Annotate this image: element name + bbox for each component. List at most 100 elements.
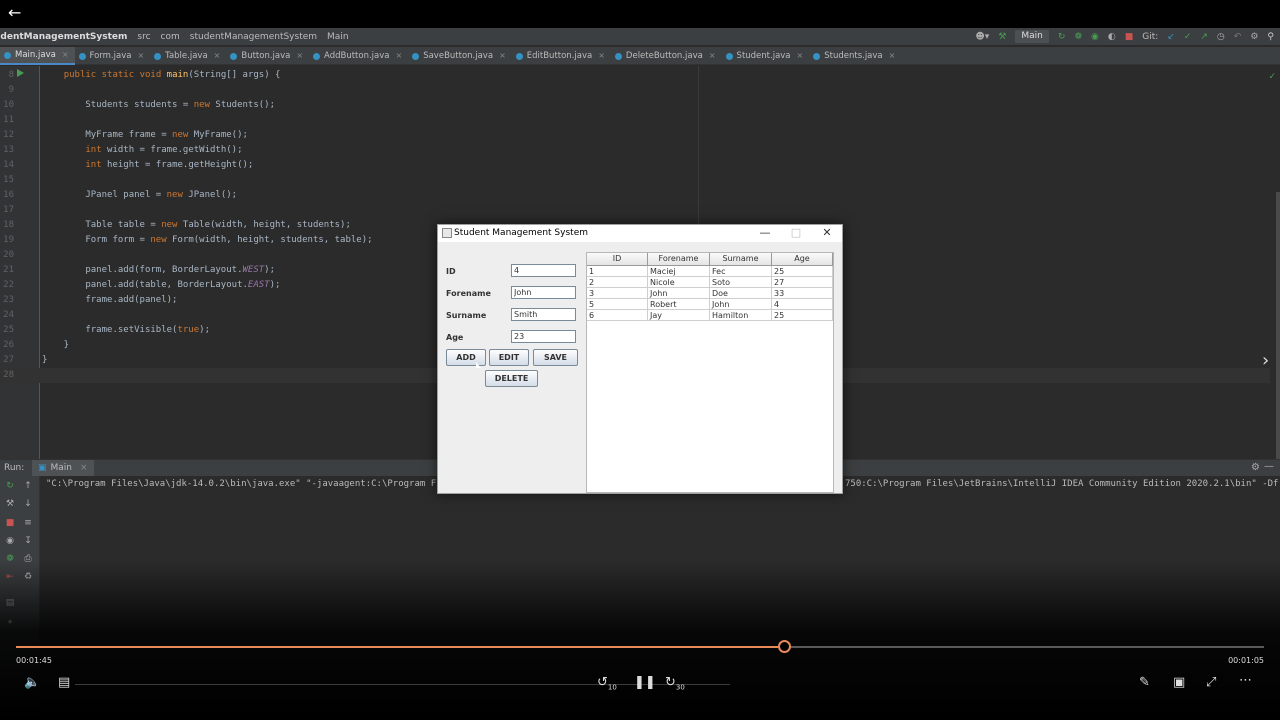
breadcrumb-com[interactable]: com: [161, 32, 180, 42]
seek-handle[interactable]: [777, 640, 791, 653]
breadcrumb-project[interactable]: udentManagementSystem: [0, 32, 127, 42]
table-row[interactable]: 3 John Doe 33: [587, 288, 833, 299]
fast-forward-icon[interactable]: ↻30: [665, 675, 685, 692]
table-row[interactable]: 2 Nicole Soto 27: [587, 277, 833, 288]
age-field[interactable]: [511, 330, 576, 343]
rewind-icon[interactable]: ↺10: [597, 675, 617, 692]
close-icon[interactable]: ×: [396, 47, 403, 65]
code-line[interactable]: 15: [0, 173, 1270, 188]
tab-form-java[interactable]: Form.java ×: [75, 47, 151, 65]
tab-deletebutton-java[interactable]: DeleteButton.java ×: [611, 47, 722, 65]
forename-field[interactable]: [511, 286, 576, 299]
pause-icon[interactable]: ❚❚: [634, 675, 656, 690]
code-line[interactable]: 11: [0, 113, 1270, 128]
stop-icon[interactable]: ■: [1125, 32, 1134, 42]
id-field[interactable]: [511, 264, 576, 277]
column-header[interactable]: Surname: [710, 253, 772, 265]
git-commit-icon[interactable]: ✓: [1184, 32, 1192, 42]
code-line[interactable]: 13 int width = frame.getWidth();: [0, 143, 1270, 158]
run-tab-main[interactable]: ▣ Main ×: [32, 460, 94, 476]
soft-wrap-icon[interactable]: ≡: [23, 518, 33, 528]
window-title-bar[interactable]: Student Management System — □ ✕: [438, 225, 842, 242]
code-line[interactable]: 9: [0, 83, 1270, 98]
close-icon[interactable]: ×: [709, 47, 716, 65]
save-button[interactable]: SAVE: [533, 349, 578, 366]
scroll-end-icon[interactable]: ↧: [23, 536, 33, 546]
gear-icon[interactable]: ⚙: [1251, 462, 1260, 473]
tab-savebutton-java[interactable]: SaveButton.java ×: [408, 47, 512, 65]
more-options-icon[interactable]: ⋯: [1239, 673, 1252, 688]
breadcrumb-main[interactable]: Main: [327, 32, 349, 42]
tab-button-java[interactable]: Button.java ×: [226, 47, 309, 65]
rerun-icon[interactable]: ↻: [1058, 32, 1066, 42]
table-row[interactable]: 1 Maciej Fec 25: [587, 266, 833, 277]
breadcrumb-package[interactable]: studentManagementSystem: [190, 32, 317, 42]
code-line[interactable]: 14 int height = frame.getHeight();: [0, 158, 1270, 173]
camera-icon[interactable]: ◉: [5, 536, 15, 546]
tab-editbutton-java[interactable]: EditButton.java ×: [512, 47, 611, 65]
age-label: Age: [446, 333, 464, 342]
editor-scrollbar[interactable]: [1276, 192, 1280, 492]
minimize-icon[interactable]: —: [1264, 461, 1274, 472]
close-icon[interactable]: ×: [296, 47, 303, 65]
table-row[interactable]: 6 Jay Hamilton 25: [587, 310, 833, 321]
up-arrow-icon[interactable]: ↑: [23, 481, 33, 491]
column-header[interactable]: Forename: [648, 253, 710, 265]
students-table[interactable]: ID Forename Surname Age 1 Maciej Fec 2 5 …: [587, 253, 833, 321]
back-arrow-icon[interactable]: ←: [8, 4, 26, 22]
debug-bug-icon[interactable]: ❁: [1074, 32, 1082, 42]
tab-student-java[interactable]: Student.java ×: [722, 47, 810, 65]
close-icon[interactable]: ✕: [820, 226, 834, 239]
close-icon[interactable]: ×: [62, 46, 69, 64]
tab-students-java[interactable]: Students.java ×: [809, 47, 901, 65]
code-text: int width = frame.getWidth();: [85, 145, 243, 155]
search-icon[interactable]: ⚲: [1267, 32, 1274, 42]
delete-button[interactable]: DELETE: [485, 370, 538, 387]
column-header[interactable]: Age: [772, 253, 833, 265]
edit-pencil-icon[interactable]: ✎: [1139, 675, 1150, 690]
table-row[interactable]: 5 Robert John 4: [587, 299, 833, 310]
seek-bar[interactable]: [16, 640, 1264, 653]
stop-icon[interactable]: ■: [5, 518, 15, 528]
students-table-scrollpane[interactable]: ID Forename Surname Age 1 Maciej Fec 2 5 …: [586, 252, 834, 493]
profile-icon[interactable]: ◐: [1108, 32, 1116, 42]
breadcrumb-src[interactable]: src: [137, 32, 150, 42]
wrench-icon[interactable]: ⚒: [5, 499, 15, 509]
tab-addbutton-java[interactable]: AddButton.java ×: [309, 47, 408, 65]
code-line[interactable]: 16 JPanel panel = new JPanel();: [0, 188, 1270, 203]
build-hammer-icon[interactable]: ⚒: [998, 32, 1006, 42]
subtitles-icon[interactable]: ▤: [58, 675, 70, 690]
close-icon[interactable]: ×: [598, 47, 605, 65]
code-line[interactable]: 12 MyFrame frame = new MyFrame();: [0, 128, 1270, 143]
revert-icon[interactable]: ↶: [1234, 32, 1242, 42]
next-chevron-icon[interactable]: ›: [1262, 350, 1269, 371]
tab-table-java[interactable]: Table.java ×: [150, 47, 226, 65]
coverage-icon[interactable]: ◉: [1091, 32, 1099, 42]
rerun-icon[interactable]: ↻: [5, 481, 15, 491]
fullscreen-icon[interactable]: ⤢: [1206, 675, 1216, 690]
close-icon[interactable]: ×: [214, 47, 221, 65]
settings-wrench-icon[interactable]: ⚙: [1250, 32, 1258, 42]
user-icon[interactable]: ☻▾: [975, 32, 989, 42]
history-icon[interactable]: ◷: [1217, 32, 1225, 42]
miniplayer-icon[interactable]: ▣: [1173, 675, 1185, 690]
code-line[interactable]: 10 Students students = new Students();: [0, 98, 1270, 113]
close-icon[interactable]: ×: [889, 47, 896, 65]
down-arrow-icon[interactable]: ↓: [23, 499, 33, 509]
run-config-select[interactable]: Main: [1015, 30, 1049, 43]
volume-icon[interactable]: 🔈: [24, 675, 40, 690]
close-icon[interactable]: ×: [499, 47, 506, 65]
surname-field[interactable]: [511, 308, 576, 321]
git-push-icon[interactable]: ↗: [1200, 32, 1208, 42]
tab-main-java[interactable]: Main.java ×: [0, 47, 75, 65]
minimize-icon[interactable]: —: [758, 226, 772, 239]
close-icon[interactable]: ×: [797, 47, 804, 65]
maximize-icon[interactable]: □: [789, 226, 803, 239]
close-icon[interactable]: ×: [80, 460, 88, 476]
column-header[interactable]: ID: [587, 253, 648, 265]
close-icon[interactable]: ×: [137, 47, 144, 65]
git-update-icon[interactable]: ↙: [1167, 32, 1175, 42]
edit-button[interactable]: EDIT: [489, 349, 529, 366]
code-line[interactable]: 8 public static void main(String[] args)…: [0, 68, 1270, 83]
code-line[interactable]: 17: [0, 203, 1270, 218]
